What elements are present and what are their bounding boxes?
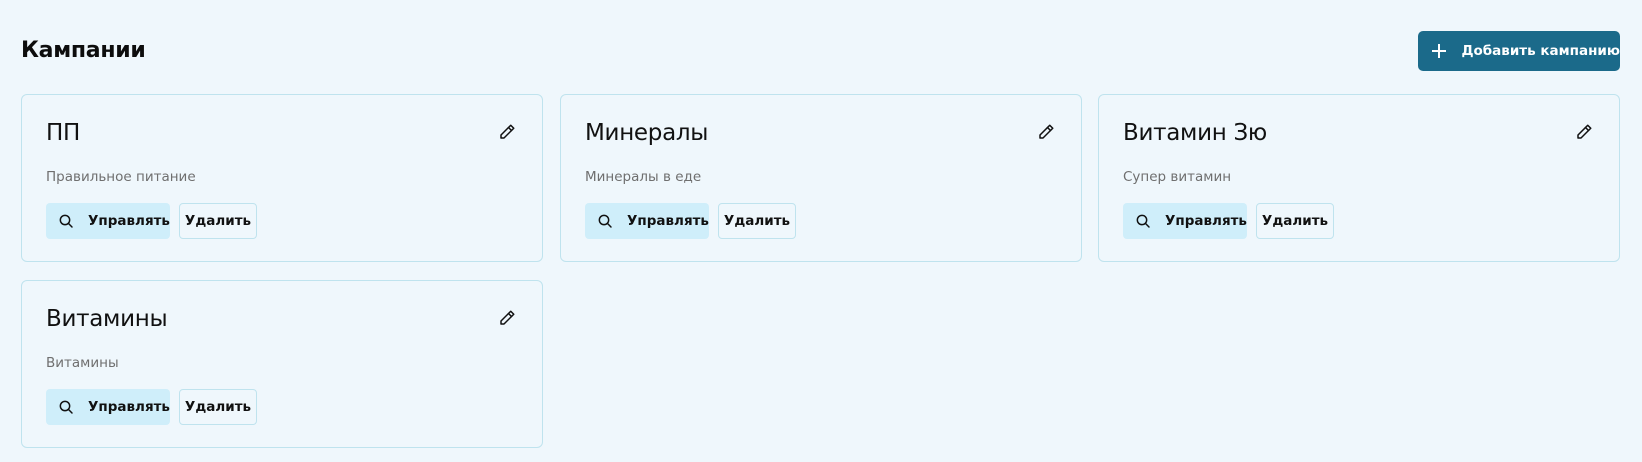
edit-pencil-icon[interactable] <box>498 309 516 327</box>
campaign-card: Минералы Минералы в еде Управлять Удалит… <box>560 94 1082 262</box>
campaign-card: Витамин Зю Супер витамин Управлять Удали… <box>1098 94 1620 262</box>
campaign-card: Витамины Витамины Управлять Удалить <box>21 280 543 448</box>
edit-pencil-icon[interactable] <box>1575 123 1593 141</box>
delete-button[interactable]: Удалить <box>179 203 257 239</box>
search-icon <box>59 400 73 414</box>
manage-label: Управлять <box>1165 213 1247 229</box>
edit-pencil-icon[interactable] <box>1037 123 1055 141</box>
manage-button[interactable]: Управлять <box>46 389 170 425</box>
edit-pencil-icon[interactable] <box>498 123 516 141</box>
campaign-description: Супер витамин <box>1123 169 1232 185</box>
delete-button[interactable]: Удалить <box>179 389 257 425</box>
campaign-title: ПП <box>46 120 80 146</box>
search-icon <box>1136 214 1150 228</box>
page-title: Кампании <box>21 38 146 63</box>
manage-label: Управлять <box>627 213 709 229</box>
campaign-title: Минералы <box>585 120 709 146</box>
manage-button[interactable]: Управлять <box>585 203 709 239</box>
add-campaign-label: Добавить кампанию <box>1461 43 1620 59</box>
campaign-card: ПП Правильное питание Управлять Удалить <box>21 94 543 262</box>
manage-label: Управлять <box>88 213 170 229</box>
campaign-description: Правильное питание <box>46 169 196 185</box>
page-header: Кампании Добавить кампанию <box>0 0 1642 86</box>
delete-button[interactable]: Удалить <box>718 203 796 239</box>
search-icon <box>598 214 612 228</box>
campaign-description: Минералы в еде <box>585 169 702 185</box>
campaign-title: Витамины <box>46 306 168 332</box>
manage-label: Управлять <box>88 399 170 415</box>
plus-icon <box>1432 44 1447 58</box>
campaign-title: Витамин Зю <box>1123 120 1267 146</box>
campaign-description: Витамины <box>46 355 119 371</box>
manage-button[interactable]: Управлять <box>1123 203 1247 239</box>
search-icon <box>59 214 73 228</box>
manage-button[interactable]: Управлять <box>46 203 170 239</box>
add-campaign-button[interactable]: Добавить кампанию <box>1418 31 1620 71</box>
delete-button[interactable]: Удалить <box>1256 203 1334 239</box>
